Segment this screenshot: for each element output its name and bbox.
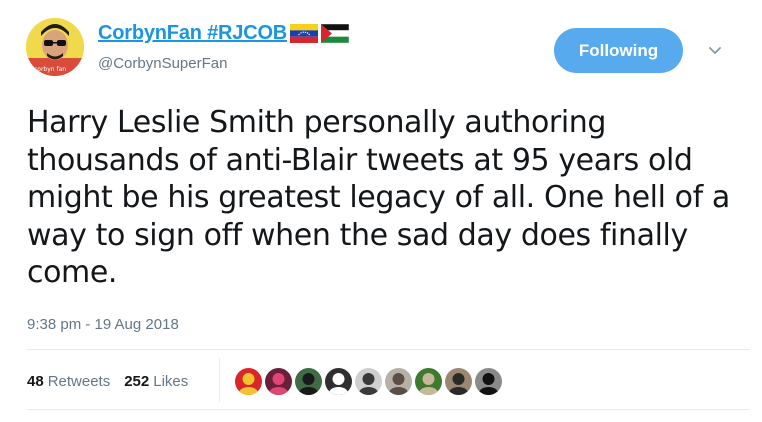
liker-avatar-7[interactable] bbox=[415, 368, 442, 395]
likes-stat[interactable]: 252 Likes bbox=[124, 373, 188, 390]
avatar[interactable]: corbyn fan bbox=[26, 18, 84, 76]
following-button[interactable]: Following bbox=[554, 28, 683, 73]
retweets-count: 48 bbox=[27, 373, 44, 390]
tweet-timestamp[interactable]: 9:38 pm - 19 Aug 2018 bbox=[27, 316, 179, 333]
liker-avatar-3[interactable] bbox=[295, 368, 322, 395]
liker-avatar-4[interactable] bbox=[325, 368, 352, 395]
liker-avatar-9[interactable] bbox=[475, 368, 502, 395]
palestine-flag-icon bbox=[321, 24, 350, 43]
venezuela-flag-icon bbox=[290, 24, 319, 43]
retweets-label: Retweets bbox=[47, 373, 111, 390]
likes-label: Likes bbox=[153, 373, 189, 390]
liker-avatar-5[interactable] bbox=[355, 368, 382, 395]
tweet-text: Harry Leslie Smith personally authoring … bbox=[27, 105, 730, 290]
liker-avatar-2[interactable] bbox=[265, 368, 292, 395]
display-name[interactable]: CorbynFan #RJCOB bbox=[98, 22, 287, 45]
divider-top bbox=[27, 349, 750, 350]
tweet-card: corbyn fan CorbynFan #RJCOB @CorbynSuper… bbox=[0, 0, 762, 422]
liker-avatar-6[interactable] bbox=[385, 368, 412, 395]
user-name-row[interactable]: CorbynFan #RJCOB bbox=[98, 22, 350, 45]
tweet-stats: 48 Retweets 252 Likes bbox=[27, 373, 202, 390]
liker-avatar-1[interactable] bbox=[235, 368, 262, 395]
stats-separator bbox=[219, 358, 220, 402]
svg-text:corbyn fan: corbyn fan bbox=[34, 66, 66, 73]
likes-count: 252 bbox=[124, 373, 150, 390]
chevron-down-icon[interactable] bbox=[704, 40, 726, 62]
user-handle[interactable]: @CorbynSuperFan bbox=[98, 55, 227, 72]
liker-avatar-8[interactable] bbox=[445, 368, 472, 395]
likers-avatar-row bbox=[235, 368, 502, 395]
divider-bottom bbox=[27, 409, 750, 410]
retweets-stat[interactable]: 48 Retweets bbox=[27, 373, 110, 390]
